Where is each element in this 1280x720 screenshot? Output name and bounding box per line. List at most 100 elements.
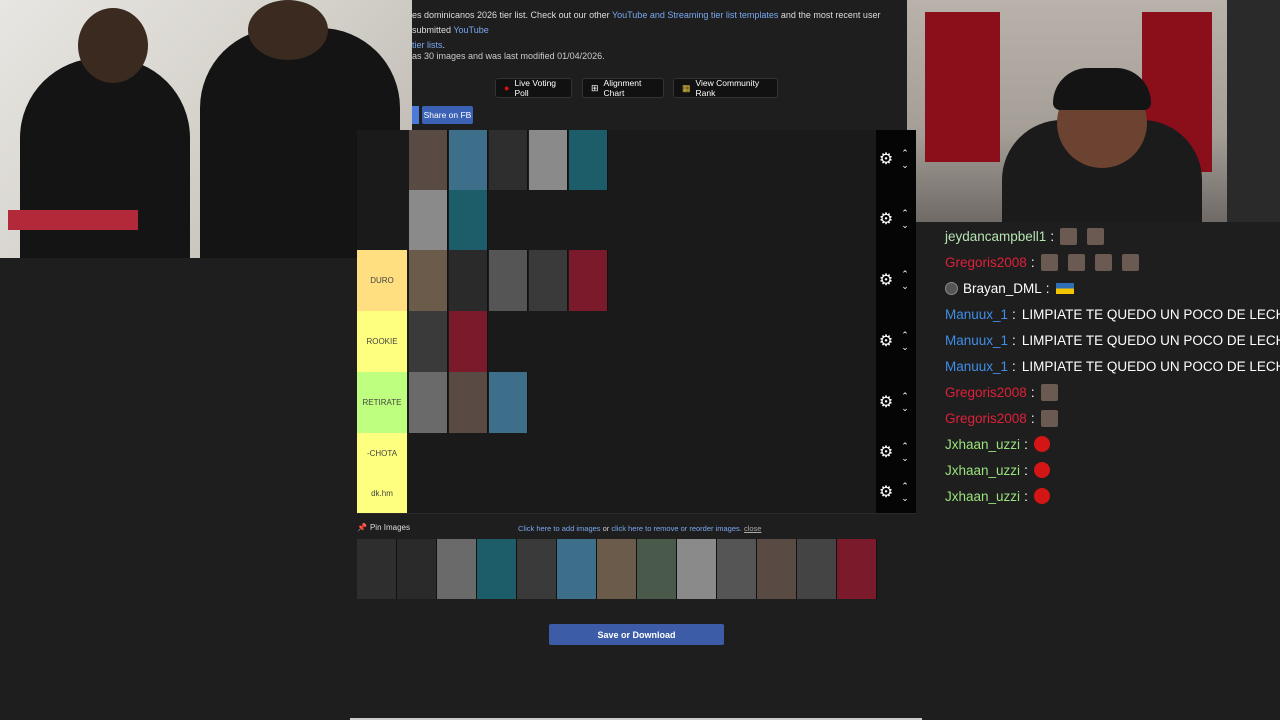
alignment-chart-button[interactable]: ⊞ Alignment Chart [582, 78, 664, 98]
chat-username[interactable]: Gregoris2008 [945, 255, 1027, 270]
pool-image[interactable] [397, 539, 437, 599]
chevron-up-icon[interactable]: ⌃ [898, 268, 912, 280]
chat-text: LIMPIATE TE QUEDO UN POCO DE LECHE [1021, 306, 1280, 322]
share-twitter-button[interactable] [412, 106, 419, 124]
chevron-down-icon[interactable]: ⌄ [898, 492, 912, 504]
pool-image[interactable] [517, 539, 557, 599]
chevron-down-icon[interactable]: ⌄ [898, 159, 912, 171]
tier-image[interactable] [449, 372, 488, 433]
red-dot-icon: ● [504, 83, 510, 93]
chevron-down-icon[interactable]: ⌄ [898, 280, 912, 292]
chat-username[interactable]: Manuux_1 [945, 307, 1008, 322]
description-text: es dominicanos 2026 tier list. Check out… [412, 10, 612, 20]
add-images-link[interactable]: Click here to add images [518, 524, 601, 533]
chat-message: Manuux_1: LIMPIATE TE QUEDO UN POCO DE LE… [945, 329, 1280, 351]
chevron-down-icon[interactable]: ⌄ [898, 341, 912, 353]
pool-image[interactable] [717, 539, 757, 599]
tier-label[interactable]: ROOKIE [357, 311, 407, 372]
pin-images-toggle[interactable]: 📌 Pin Images [357, 523, 410, 532]
chevron-up-icon[interactable]: ⌃ [898, 480, 912, 492]
chat-message: Gregoris2008: [945, 251, 1149, 273]
tier-image[interactable] [409, 311, 448, 372]
pool-image[interactable] [597, 539, 637, 599]
save-download-button[interactable]: Save or Download [549, 624, 724, 645]
person-left-head [78, 8, 148, 83]
tier-row: DURO ⚙ ⌃ ⌄ [357, 250, 916, 312]
gear-icon[interactable]: ⚙ [876, 270, 896, 290]
tier-image[interactable] [489, 250, 528, 311]
live-voting-button[interactable]: ● Live Voting Poll [495, 78, 572, 98]
tier-label[interactable] [357, 190, 407, 250]
chevron-up-icon[interactable]: ⌃ [898, 147, 912, 159]
tier-label[interactable] [357, 130, 407, 190]
chat-username[interactable]: Gregoris2008 [945, 385, 1027, 400]
gear-icon[interactable]: ⚙ [876, 482, 896, 502]
pool-image[interactable] [677, 539, 717, 599]
pool-image[interactable] [757, 539, 797, 599]
gear-icon[interactable]: ⚙ [876, 442, 896, 462]
remove-images-link[interactable]: click here to remove or reorder images. [611, 524, 741, 533]
tier-image[interactable] [409, 130, 448, 190]
tier-image[interactable] [449, 130, 488, 190]
pool-image[interactable] [837, 539, 877, 599]
tier-image[interactable] [409, 372, 448, 433]
gear-icon[interactable]: ⚙ [876, 209, 896, 229]
gear-icon[interactable]: ⚙ [876, 149, 896, 169]
chat-username[interactable]: Manuux_1 [945, 333, 1008, 348]
move-arrows: ⌃ ⌄ [898, 440, 912, 464]
chevron-down-icon[interactable]: ⌄ [898, 219, 912, 231]
pool-image[interactable] [437, 539, 477, 599]
community-rank-label: View Community Rank [695, 78, 760, 98]
chat-username[interactable]: Gregoris2008 [945, 411, 1027, 426]
pool-image[interactable] [477, 539, 517, 599]
tier-image[interactable] [409, 250, 448, 311]
pool-image[interactable] [637, 539, 677, 599]
pool-image[interactable] [557, 539, 597, 599]
chat-username[interactable]: Manuux_1 [945, 359, 1008, 374]
tier-lists-link[interactable]: tier lists [412, 40, 443, 50]
tier-label[interactable]: -CHOTA [357, 433, 407, 473]
chevron-up-icon[interactable]: ⌃ [898, 207, 912, 219]
share-fb-button[interactable]: Share on FB [422, 106, 473, 124]
gear-icon[interactable]: ⚙ [876, 331, 896, 351]
chat-username[interactable]: Jxhaan_uzzi [945, 463, 1020, 478]
tier-label[interactable]: DURO [357, 250, 407, 311]
tier-image[interactable] [529, 250, 568, 311]
tier-image[interactable] [569, 130, 608, 190]
pool-image[interactable] [797, 539, 837, 599]
gear-icon[interactable]: ⚙ [876, 392, 896, 412]
tier-image[interactable] [449, 250, 488, 311]
tier-image[interactable] [489, 372, 528, 433]
chat-text: LIMPIATE TE QUEDO UN POCO DE LECHE [1021, 358, 1280, 374]
tier-image[interactable] [449, 190, 488, 250]
chat-message: Gregoris2008: [945, 381, 1068, 403]
tier-label[interactable]: RETIRATE [357, 372, 407, 433]
chat-message: Brayan_DML: [945, 277, 1074, 299]
chevron-down-icon[interactable]: ⌄ [898, 452, 912, 464]
tier-image[interactable] [489, 130, 528, 190]
tier-label[interactable]: dk.hm [357, 473, 407, 513]
chevron-up-icon[interactable]: ⌃ [898, 440, 912, 452]
chat-username[interactable]: jeydancampbell1 [945, 229, 1046, 244]
tier-controls: ⚙ ⌃ ⌄ [876, 250, 916, 311]
chevron-down-icon[interactable]: ⌄ [898, 402, 912, 414]
chevron-up-icon[interactable]: ⌃ [898, 329, 912, 341]
youtube-templates-link[interactable]: YouTube and Streaming tier list template… [612, 10, 778, 20]
chat-emote-icon [1121, 253, 1139, 271]
chat-username[interactable]: Jxhaan_uzzi [945, 437, 1020, 452]
pool-image[interactable] [357, 539, 397, 599]
close-link[interactable]: close [744, 524, 762, 533]
chevron-up-icon[interactable]: ⌃ [898, 390, 912, 402]
chat-username[interactable]: Jxhaan_uzzi [945, 489, 1020, 504]
tier-image[interactable] [569, 250, 608, 311]
chat-message: Manuux_1: LIMPIATE TE QUEDO UN POCO DE LE… [945, 303, 1280, 325]
tier-image[interactable] [449, 311, 488, 372]
chat-emote-icon [1040, 383, 1058, 401]
tier-row: ⚙ ⌃ ⌄ [357, 190, 916, 251]
youtube-link[interactable]: YouTube [453, 25, 488, 35]
community-rank-button[interactable]: ▦ View Community Rank [673, 78, 778, 98]
tier-image[interactable] [529, 130, 568, 190]
tier-image[interactable] [409, 190, 448, 250]
chat-username[interactable]: Brayan_DML [963, 281, 1042, 296]
tier-controls: ⚙ ⌃ ⌄ [876, 433, 916, 473]
